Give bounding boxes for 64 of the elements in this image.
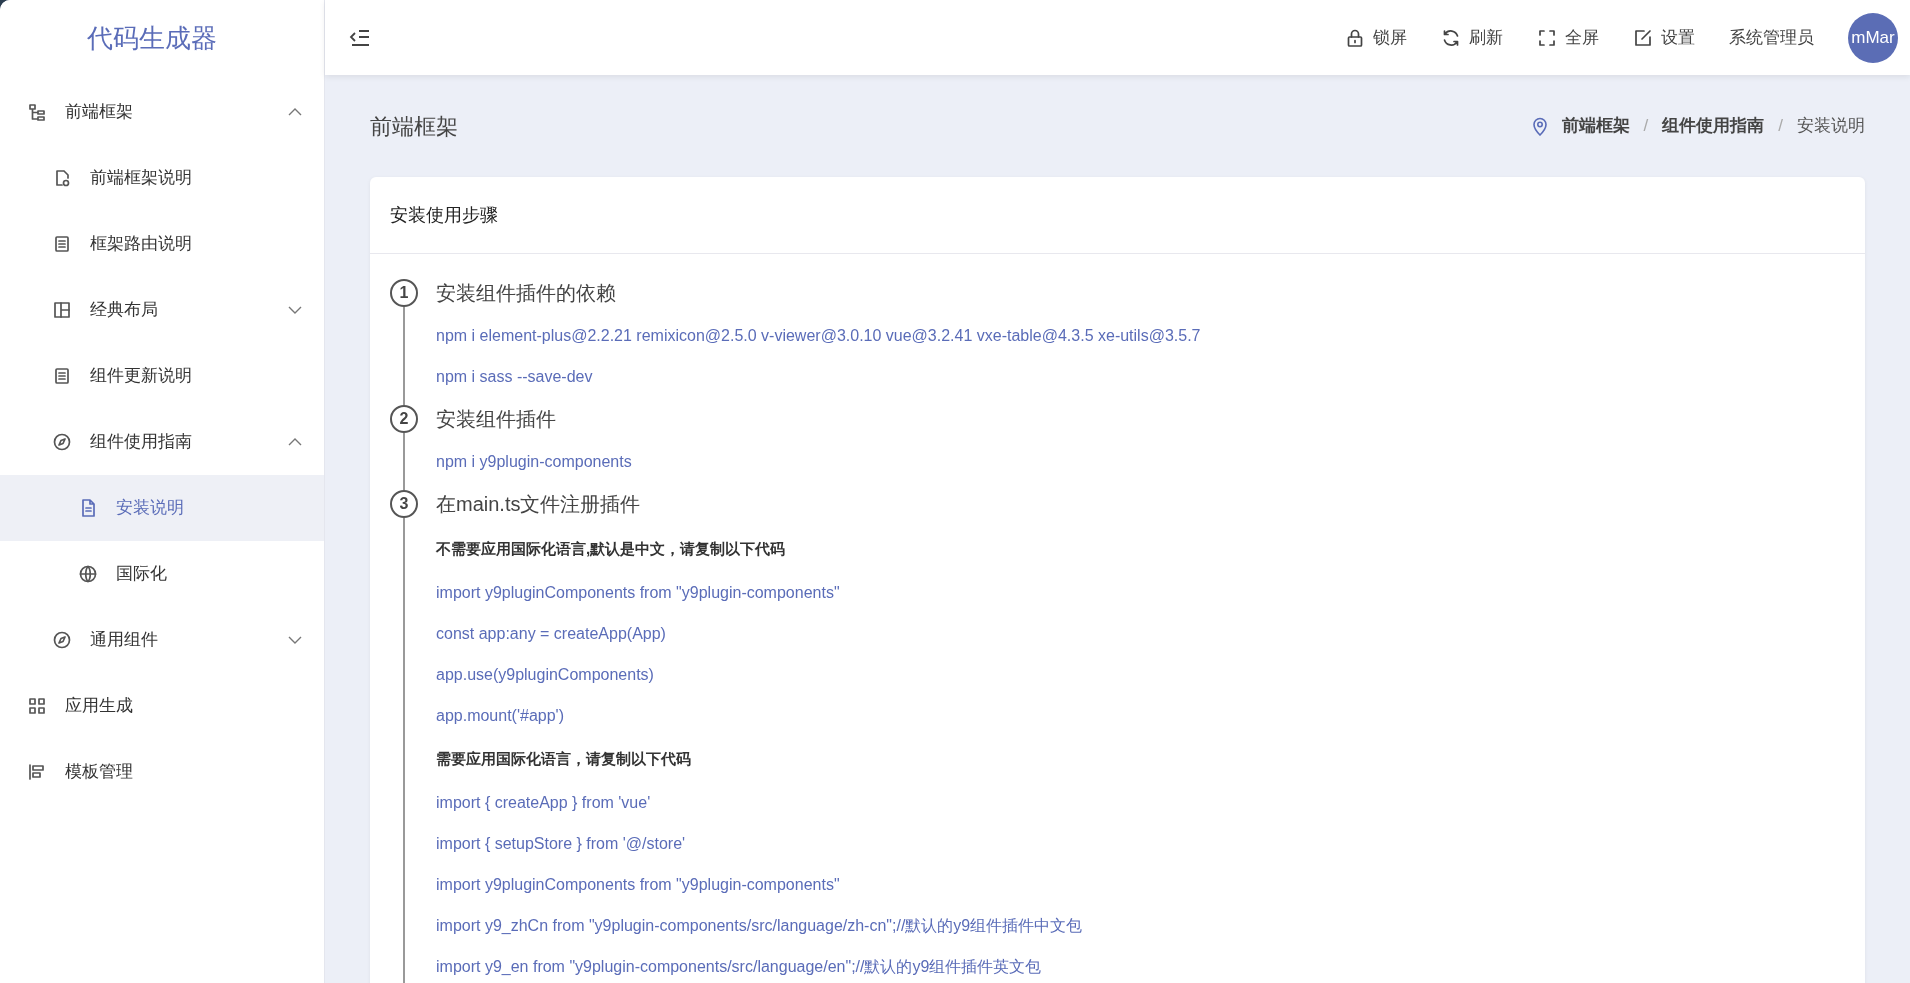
template-icon xyxy=(27,762,47,782)
breadcrumb-separator: / xyxy=(1643,115,1649,138)
toolbar-button[interactable]: 刷新 xyxy=(1441,24,1503,51)
edit-icon xyxy=(1633,27,1653,48)
page-title: 前端框架 xyxy=(370,112,458,141)
collapse-icon xyxy=(288,438,302,446)
code-line: import y9pluginComponents from "y9plugin-components" xyxy=(436,582,841,603)
menu-item[interactable]: 安装说明 xyxy=(0,475,324,541)
step-title: 安装组件插件 xyxy=(436,407,557,432)
user-name[interactable]: 系统管理员 xyxy=(1729,24,1814,51)
grid-icon xyxy=(27,696,47,716)
code-line: const app:any = createApp(App) xyxy=(436,623,667,644)
tree-structure-icon xyxy=(27,102,47,122)
layout-icon xyxy=(52,300,72,320)
step-number: 1 xyxy=(390,279,418,307)
collapse-menu-icon[interactable] xyxy=(349,28,371,47)
menu-item[interactable]: 组件更新说明 xyxy=(0,343,324,409)
fullscreen-icon xyxy=(1537,27,1557,48)
step-number: 3 xyxy=(390,490,418,518)
toolbar-button[interactable]: 设置 xyxy=(1633,24,1695,51)
code-line: app.mount('#app') xyxy=(436,705,565,726)
menu-item[interactable]: 模板管理 xyxy=(0,739,324,805)
globe-icon xyxy=(78,564,98,584)
compass-icon xyxy=(52,432,72,452)
menu-item[interactable]: 通用组件 xyxy=(0,607,324,673)
instruction-text: 需要应用国际化语言，请复制以下代码 xyxy=(436,748,692,769)
expand-icon xyxy=(288,636,302,644)
expand-icon xyxy=(288,306,302,314)
step-title: 在main.ts文件注册插件 xyxy=(436,492,642,517)
location-pin-icon xyxy=(1531,116,1548,136)
code-line: import y9_zhCn from "y9plugin-components/src/language/zh-cn";//默认的y9组件插件中文包 xyxy=(436,915,1083,936)
menu-item[interactable]: 框架路由说明 xyxy=(0,211,324,277)
menu-item[interactable]: 前端框架 xyxy=(0,79,324,145)
compass-icon xyxy=(52,630,72,650)
code-line: import { createApp } from 'vue' xyxy=(436,792,652,813)
code-line: npm i sass --save-dev xyxy=(436,366,594,387)
step-number: 2 xyxy=(390,405,418,433)
step-title: 安装组件插件的依赖 xyxy=(436,281,617,306)
menu-item[interactable]: 国际化 xyxy=(0,541,324,607)
menu-item[interactable]: 前端框架说明 xyxy=(0,145,324,211)
code-line: app.use(y9pluginComponents) xyxy=(436,664,655,685)
code-line: npm i element-plus@2.2.21 remixicon@2.5.0 v-viewer@3.0.10 vue@3.2.41 vxe-table@4.3.5 xe-utils@3.5.7 xyxy=(436,325,1201,346)
code-line: import { setupStore } from '@/store' xyxy=(436,833,687,854)
code-line: import y9_en from "y9plugin-components/src/language/en";//默认的y9组件插件英文包 xyxy=(436,956,1043,977)
toolbar-button[interactable]: 锁屏 xyxy=(1345,24,1407,51)
breadcrumb-item[interactable]: 前端框架 xyxy=(1561,113,1630,139)
lock-icon xyxy=(1345,27,1365,48)
breadcrumb-item: 安装说明 xyxy=(1797,115,1865,138)
instruction-text: 不需要应用国际化语言,默认是中文，请复制以下代码 xyxy=(436,538,787,559)
code-line: npm i y9plugin-components xyxy=(436,451,632,472)
list-document-icon xyxy=(52,366,72,386)
menu-item[interactable]: 组件使用指南 xyxy=(0,409,324,475)
app-title: 代码生成器 xyxy=(87,22,217,55)
breadcrumb-item[interactable]: 组件使用指南 xyxy=(1662,113,1765,139)
menu-item[interactable]: 经典布局 xyxy=(0,277,324,343)
code-line: import y9pluginComponents from "y9plugin-components" xyxy=(436,874,841,895)
user-avatar[interactable]: mMar xyxy=(1848,12,1898,63)
list-document-icon xyxy=(52,234,72,254)
collapse-icon xyxy=(288,108,302,116)
menu-item[interactable]: 应用生成 xyxy=(0,673,324,739)
card-title: 安装使用步骤 xyxy=(390,203,498,227)
refresh-icon xyxy=(1441,27,1461,48)
toolbar-button[interactable]: 全屏 xyxy=(1537,24,1599,51)
breadcrumb-separator: / xyxy=(1778,115,1783,138)
